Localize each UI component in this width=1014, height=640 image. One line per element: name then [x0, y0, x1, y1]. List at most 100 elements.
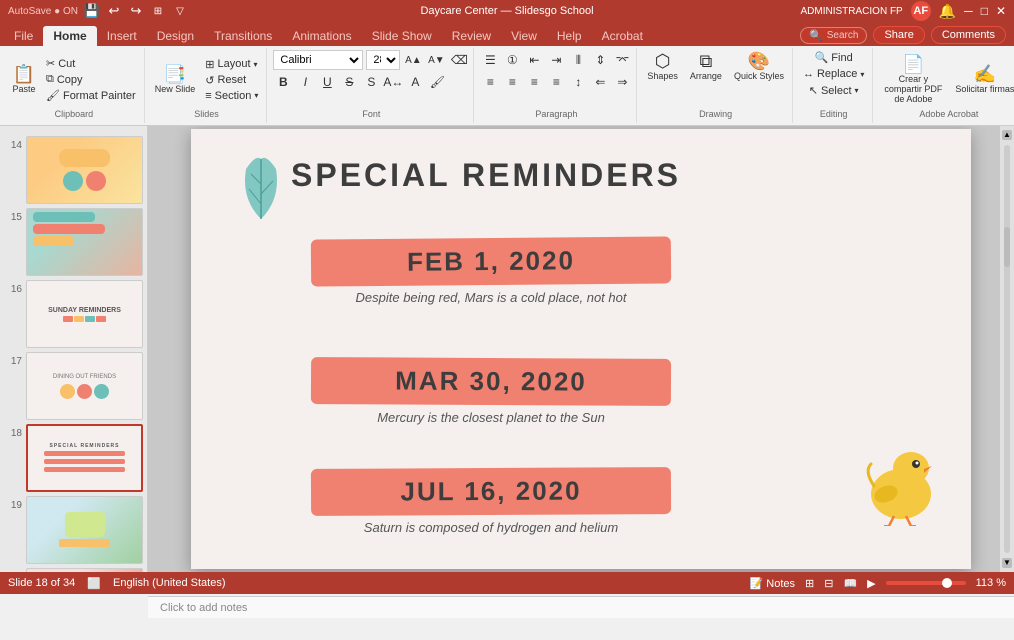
- tab-slideshow[interactable]: Slide Show: [362, 26, 442, 46]
- notification-icon[interactable]: 🔔: [939, 3, 956, 20]
- font-controls: Calibri 28 A▲ A▼ ⌫ B I U S S A↔ A 🖌: [273, 50, 469, 109]
- request-sign-button[interactable]: ✍ Solicitar firmas: [951, 63, 1014, 96]
- strikethrough-btn[interactable]: S: [339, 72, 359, 92]
- highlight-btn[interactable]: 🖌: [427, 72, 447, 92]
- slide-num-18: 18: [4, 428, 22, 439]
- rtl-btn[interactable]: ⇐: [590, 72, 610, 92]
- shapes-button[interactable]: ⬡ Shapes: [643, 50, 682, 83]
- smart-art-btn[interactable]: ⌤: [612, 50, 632, 70]
- increase-font-btn[interactable]: A▲: [403, 50, 423, 70]
- bold-btn[interactable]: B: [273, 72, 293, 92]
- ribbon-group-font: Calibri 28 A▲ A▼ ⌫ B I U S S A↔ A 🖌 Font: [269, 48, 474, 123]
- save-icon[interactable]: 💾: [84, 3, 100, 19]
- ribbon-group-paragraph: ☰ ① ⇤ ⇥ ⦀ ⇕ ⌤ ≡ ≡ ≡ ≡ ↕ ⇐ ⇒ Paragraph: [476, 48, 637, 123]
- slide-thumb-20[interactable]: 20 CLASSROOM KIDS: [4, 568, 143, 572]
- italic-btn[interactable]: I: [295, 72, 315, 92]
- slide-thumb-18[interactable]: 18 SPECIAL REMINDERS: [4, 424, 143, 492]
- status-bar: Slide 18 of 34 ⬜ English (United States)…: [0, 572, 1014, 594]
- clear-format-btn[interactable]: ⌫: [449, 50, 469, 70]
- tab-view[interactable]: View: [501, 26, 547, 46]
- shadow-btn[interactable]: S: [361, 72, 381, 92]
- tab-home[interactable]: Home: [43, 26, 96, 46]
- numbering-btn[interactable]: ①: [502, 50, 522, 70]
- language-label: English (United States): [113, 577, 226, 589]
- tab-animations[interactable]: Animations: [282, 26, 361, 46]
- justify-btn[interactable]: ≡: [546, 72, 566, 92]
- quick-styles-button[interactable]: 🎨 Quick Styles: [730, 50, 788, 83]
- tab-help[interactable]: Help: [547, 26, 592, 46]
- find-button[interactable]: 🔍Find: [811, 50, 857, 65]
- tab-design[interactable]: Design: [147, 26, 204, 46]
- slide-thumb-16[interactable]: 16 SUNDAY REMINDERS: [4, 280, 143, 348]
- format-painter-button[interactable]: 🖌Format Painter: [42, 88, 140, 103]
- line-spacing-btn[interactable]: ↕: [568, 72, 588, 92]
- decrease-indent-btn[interactable]: ⇤: [524, 50, 544, 70]
- minimize-icon[interactable]: ─: [964, 4, 973, 18]
- cut-button[interactable]: ✂Cut: [42, 56, 140, 71]
- ltr-btn[interactable]: ⇒: [612, 72, 632, 92]
- arrange-button[interactable]: ⧉ Arrange: [686, 50, 726, 83]
- share-button[interactable]: Share: [873, 26, 924, 44]
- undo-icon[interactable]: ↩: [106, 3, 122, 19]
- align-left-btn[interactable]: ≡: [480, 72, 500, 92]
- view-reading-btn[interactable]: 📖: [843, 577, 857, 590]
- leaf-decoration: [231, 149, 291, 232]
- bullets-btn[interactable]: ☰: [480, 50, 500, 70]
- new-slide-button[interactable]: 📑 New Slide: [151, 63, 200, 96]
- tab-acrobat[interactable]: Acrobat: [592, 26, 653, 46]
- maximize-icon[interactable]: □: [981, 4, 988, 18]
- slide-thumb-15[interactable]: 15: [4, 208, 143, 276]
- create-pdf-button[interactable]: 📄 Crear y compartir PDF de Adobe: [879, 53, 947, 106]
- redo-icon[interactable]: ↪: [128, 3, 144, 19]
- search-box[interactable]: 🔍 Search: [800, 27, 867, 44]
- paste-button[interactable]: 📋 Paste: [8, 63, 40, 96]
- slide-thumb-19[interactable]: 19: [4, 496, 143, 564]
- copy-button[interactable]: ⧉Copy: [42, 72, 140, 87]
- font-size-select[interactable]: 28: [366, 50, 400, 70]
- close-icon[interactable]: ✕: [996, 4, 1006, 18]
- ribbon-group-editing: 🔍Find ↔Replace▾ ↖Select▾ Editing: [795, 48, 873, 123]
- new-slide-icon: 📑: [164, 65, 186, 83]
- layout-button[interactable]: ⊞Layout▾: [201, 57, 262, 72]
- align-center-btn[interactable]: ≡: [502, 72, 522, 92]
- expand-icon[interactable]: ▽: [172, 3, 188, 19]
- scroll-down-btn[interactable]: ▼: [1002, 558, 1012, 568]
- increase-indent-btn[interactable]: ⇥: [546, 50, 566, 70]
- align-right-btn[interactable]: ≡: [524, 72, 544, 92]
- section-button[interactable]: ≡Section▾: [201, 89, 262, 103]
- view-normal-btn[interactable]: ⊞: [805, 577, 814, 590]
- tab-file[interactable]: File: [4, 26, 43, 46]
- tab-insert[interactable]: Insert: [97, 26, 147, 46]
- font-color-btn[interactable]: A: [405, 72, 425, 92]
- slide-thumb-17[interactable]: 17 DINING OUT FRIENDS: [4, 352, 143, 420]
- comments-button[interactable]: Comments: [931, 26, 1006, 44]
- select-button[interactable]: ↖Select▾: [805, 83, 863, 98]
- notes-accessibility-icon: ⬜: [87, 577, 101, 590]
- char-spacing-btn[interactable]: A↔: [383, 72, 403, 92]
- zoom-slider[interactable]: [886, 581, 966, 585]
- ribbon-group-clipboard: 📋 Paste ✂Cut ⧉Copy 🖌Format Painter Clipb…: [4, 48, 145, 123]
- tab-review[interactable]: Review: [442, 26, 501, 46]
- vertical-scrollbar[interactable]: ▲ ▼: [1000, 126, 1014, 572]
- slide-img-19: [26, 496, 143, 564]
- layout-icon[interactable]: ⊞: [150, 3, 166, 19]
- search-label: Search: [827, 30, 859, 41]
- columns-btn[interactable]: ⦀: [568, 50, 588, 70]
- scroll-thumb[interactable]: [1004, 227, 1010, 267]
- text-direction-btn[interactable]: ⇕: [590, 50, 610, 70]
- notes-bar[interactable]: Click to add notes: [148, 596, 1014, 618]
- view-slide-sorter-btn[interactable]: ⊟: [824, 577, 833, 590]
- scroll-up-btn[interactable]: ▲: [1002, 130, 1012, 140]
- font-family-select[interactable]: Calibri: [273, 50, 363, 70]
- tab-transitions[interactable]: Transitions: [204, 26, 282, 46]
- user-avatar[interactable]: AF: [911, 1, 931, 21]
- zoom-thumb[interactable]: [942, 578, 952, 588]
- replace-button[interactable]: ↔Replace▾: [799, 67, 868, 81]
- reminder-desc-1: Despite being red, Mars is a cold place,…: [311, 290, 671, 305]
- view-presenter-btn[interactable]: ▶: [867, 577, 875, 590]
- reset-button[interactable]: ↺Reset: [201, 73, 262, 88]
- slide-thumb-14[interactable]: 14: [4, 136, 143, 204]
- notes-btn[interactable]: 📝 Notes: [750, 577, 796, 590]
- underline-btn[interactable]: U: [317, 72, 337, 92]
- decrease-font-btn[interactable]: A▼: [426, 50, 446, 70]
